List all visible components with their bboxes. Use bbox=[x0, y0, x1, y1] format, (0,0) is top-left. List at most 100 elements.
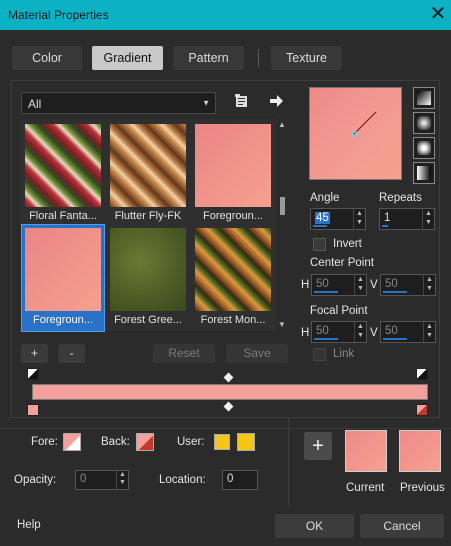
gradient-editor-bar[interactable] bbox=[32, 384, 428, 400]
swatch-thumbnail bbox=[195, 228, 271, 311]
center-v-label: V bbox=[370, 279, 378, 291]
color-stop-right[interactable] bbox=[416, 404, 428, 416]
resource-manager-icon[interactable] bbox=[234, 93, 250, 109]
spinner-arrows-icon[interactable]: ▲ ▼ bbox=[354, 275, 366, 295]
location-field[interactable]: 0 bbox=[222, 470, 258, 490]
focal-v-spinner[interactable]: 50 ▲ ▼ bbox=[380, 321, 436, 343]
focal-v-label: V bbox=[370, 327, 378, 339]
scroll-up-icon[interactable]: ▲ bbox=[276, 119, 288, 131]
focal-v-value[interactable]: 50 bbox=[385, 325, 398, 337]
user-label: User: bbox=[177, 436, 205, 448]
current-label: Current bbox=[346, 482, 385, 494]
spinner-arrows-icon[interactable]: ▲ ▼ bbox=[423, 275, 435, 295]
scroll-thumb[interactable] bbox=[280, 197, 285, 215]
tab-color[interactable]: Color bbox=[12, 46, 82, 70]
link-checkbox[interactable] bbox=[313, 348, 326, 361]
cancel-button[interactable]: Cancel bbox=[360, 514, 444, 538]
center-v-value[interactable]: 50 bbox=[385, 278, 398, 290]
center-h-spinner[interactable]: 50 ▲ ▼ bbox=[311, 274, 367, 296]
tab-pattern[interactable]: Pattern bbox=[173, 46, 244, 70]
current-material-swatch[interactable] bbox=[345, 430, 387, 472]
close-icon[interactable]: ✕ bbox=[428, 3, 448, 25]
invert-label: Invert bbox=[333, 238, 362, 250]
category-value: All bbox=[28, 97, 42, 111]
angle-value[interactable]: 45 bbox=[315, 212, 330, 224]
title-bar: Material Properties ✕ bbox=[0, 0, 451, 30]
opacity-stop-right[interactable] bbox=[416, 368, 428, 380]
color-stop-left[interactable] bbox=[27, 404, 39, 416]
center-h-value[interactable]: 50 bbox=[316, 278, 329, 290]
swatch-label: Foregroun... bbox=[33, 314, 93, 326]
remove-gradient-button[interactable]: - bbox=[58, 344, 85, 363]
link-label: Link bbox=[333, 348, 355, 360]
center-point-label: Center Point bbox=[310, 257, 374, 269]
category-dropdown[interactable]: All ▼ bbox=[21, 92, 216, 114]
swatch-label: Floral Fanta... bbox=[29, 210, 97, 222]
chevron-down-icon: ▼ bbox=[202, 98, 210, 108]
focal-h-label: H bbox=[301, 327, 310, 339]
center-v-spinner[interactable]: 50 ▲ ▼ bbox=[380, 274, 436, 296]
back-color-swatch[interactable] bbox=[136, 433, 154, 451]
scroll-down-icon[interactable]: ▼ bbox=[276, 319, 288, 331]
swatch-thumbnail bbox=[110, 124, 186, 207]
angle-spinner[interactable]: 45 ▲ ▼ bbox=[310, 208, 366, 230]
swatch-scrollbar[interactable]: ▲ ▼ bbox=[276, 119, 288, 331]
swatch-thumbnail bbox=[195, 124, 271, 207]
ok-button[interactable]: OK bbox=[275, 514, 354, 538]
angle-label: Angle bbox=[310, 192, 340, 204]
linear-style-button[interactable] bbox=[413, 87, 435, 109]
invert-checkbox[interactable] bbox=[313, 238, 326, 251]
help-link[interactable]: Help bbox=[17, 519, 41, 531]
arrow-right-icon[interactable] bbox=[268, 93, 284, 109]
user-color-swatch[interactable] bbox=[214, 434, 230, 450]
add-gradient-button[interactable]: + bbox=[21, 344, 48, 363]
opacity-value[interactable]: 0 bbox=[80, 473, 86, 485]
swatch-flutter-fly[interactable]: Flutter Fly-FK bbox=[107, 121, 189, 227]
swatch-foreground-2[interactable]: Foregroun... bbox=[21, 224, 105, 332]
window-title: Material Properties bbox=[8, 8, 109, 22]
opacity-label: Opacity: bbox=[14, 474, 57, 486]
repeats-label: Repeats bbox=[379, 192, 422, 204]
user-color-swatch-2[interactable] bbox=[237, 433, 255, 451]
rectangular-style-button[interactable] bbox=[413, 112, 435, 134]
swatch-forest-mon[interactable]: Forest Mon... bbox=[192, 225, 274, 331]
spinner-arrows-icon[interactable]: ▲ ▼ bbox=[354, 322, 366, 342]
repeats-value[interactable]: 1 bbox=[384, 212, 390, 224]
focal-v-level-bar bbox=[383, 338, 407, 340]
spinner-arrows-icon[interactable]: ▲ ▼ bbox=[422, 209, 434, 229]
swatch-label: Flutter Fly-FK bbox=[114, 210, 182, 222]
tab-gradient[interactable]: Gradient bbox=[92, 46, 163, 70]
swatch-forest-green[interactable]: Forest Gree... bbox=[107, 225, 189, 331]
gradient-swatch-list: Floral Fanta... Flutter Fly-FK Foregroun… bbox=[20, 119, 276, 332]
gradient-preview[interactable] bbox=[309, 87, 402, 180]
spinner-arrows-icon[interactable]: ▲ ▼ bbox=[116, 471, 128, 489]
spinner-arrows-icon[interactable]: ▲ ▼ bbox=[353, 209, 365, 229]
radial-style-button[interactable] bbox=[413, 162, 435, 184]
opacity-spinner[interactable]: 0 ▲ ▼ bbox=[75, 470, 129, 490]
sunburst-style-button[interactable] bbox=[413, 137, 435, 159]
previous-material-swatch[interactable] bbox=[399, 430, 441, 472]
center-h-level-bar bbox=[314, 291, 338, 293]
tab-texture[interactable]: Texture bbox=[271, 46, 342, 70]
focal-h-value[interactable]: 50 bbox=[316, 325, 329, 337]
center-h-label: H bbox=[301, 279, 310, 291]
angle-level-bar bbox=[313, 225, 327, 227]
swatch-floral-fantasy[interactable]: Floral Fanta... bbox=[22, 121, 104, 227]
focal-h-level-bar bbox=[314, 338, 338, 340]
reset-button[interactable]: Reset bbox=[153, 344, 215, 363]
location-label: Location: bbox=[159, 474, 206, 486]
save-button[interactable]: Save bbox=[226, 344, 288, 363]
swatch-thumbnail bbox=[25, 228, 101, 311]
fore-color-swatch[interactable] bbox=[63, 433, 81, 451]
location-value[interactable]: 0 bbox=[227, 473, 233, 485]
swatch-label: Forest Mon... bbox=[200, 314, 266, 326]
repeats-level-bar bbox=[382, 225, 388, 227]
opacity-stop-left[interactable] bbox=[27, 368, 39, 380]
swatch-label: Foregroun... bbox=[203, 210, 263, 222]
focal-h-spinner[interactable]: 50 ▲ ▼ bbox=[311, 321, 367, 343]
swatch-foreground-1[interactable]: Foregroun... bbox=[192, 121, 274, 227]
add-to-swatches-button[interactable]: + bbox=[304, 432, 332, 460]
swatch-thumbnail bbox=[110, 228, 186, 311]
spinner-arrows-icon[interactable]: ▲ ▼ bbox=[423, 322, 435, 342]
repeats-spinner[interactable]: 1 ▲ ▼ bbox=[379, 208, 435, 230]
